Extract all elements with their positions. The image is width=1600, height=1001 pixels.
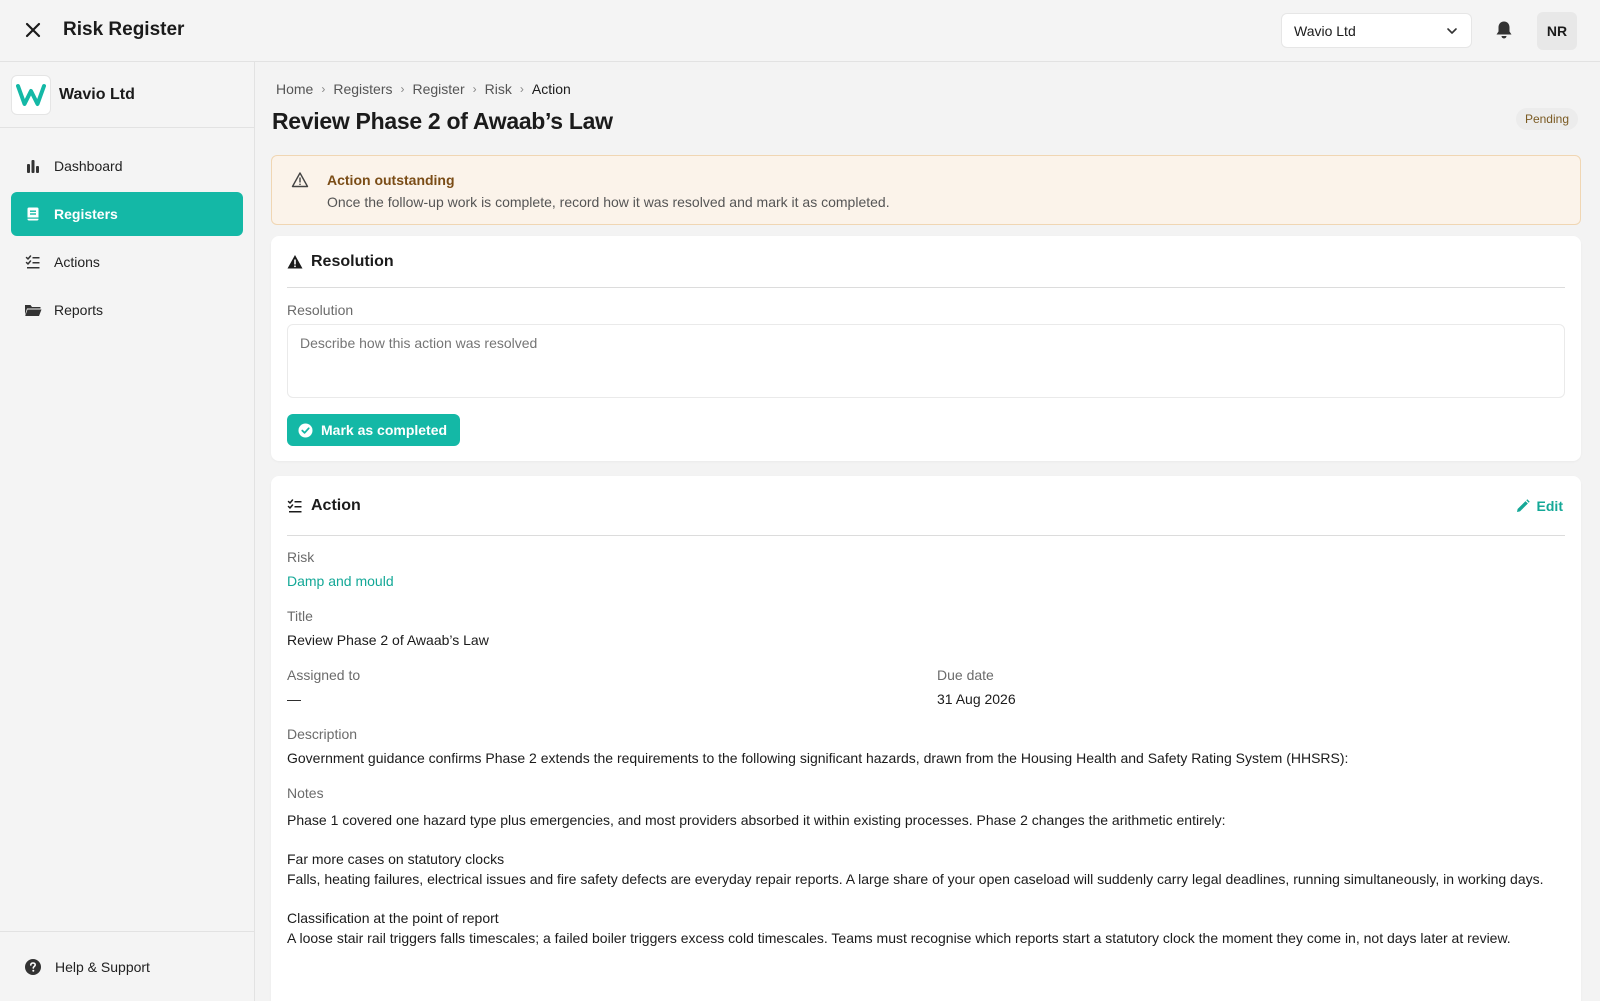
- chevron-right-icon: ›: [472, 82, 477, 96]
- notes-label: Notes: [287, 785, 324, 801]
- edit-action-button[interactable]: Edit: [1515, 498, 1563, 514]
- pencil-icon: [1515, 498, 1530, 514]
- app-title: Risk Register: [63, 19, 185, 40]
- org-header[interactable]: Wavio Ltd: [0, 62, 254, 128]
- org-select-value: Wavio Ltd: [1294, 22, 1356, 39]
- warning-filled-icon: [287, 254, 303, 270]
- mark-as-completed-label: Mark as completed: [321, 422, 448, 438]
- wavio-logo-icon: [16, 83, 46, 106]
- due-date-label: Due date: [937, 667, 994, 683]
- check-circle-icon: [298, 423, 313, 438]
- list-check-icon: [287, 498, 303, 514]
- sidebar-item-label: Actions: [54, 254, 100, 270]
- action-card: Action Edit Risk Damp and mould Title Re…: [271, 476, 1581, 1001]
- page-title: Review Phase 2 of Awaab’s Law: [272, 108, 613, 134]
- bar-chart-icon: [24, 157, 42, 175]
- status-badge: Pending: [1515, 108, 1578, 130]
- help-support-link[interactable]: Help & Support: [0, 931, 254, 1001]
- resolution-card: Resolution Resolution Mark as completed: [271, 236, 1581, 461]
- sidebar-item-actions[interactable]: Actions: [11, 240, 243, 284]
- resolution-field-label: Resolution: [287, 302, 354, 318]
- main-content: Home › Registers › Register › Risk › Act…: [255, 62, 1600, 1001]
- chevron-right-icon: ›: [519, 82, 524, 96]
- mark-as-completed-button[interactable]: Mark as completed: [287, 414, 461, 446]
- sidebar-item-reports[interactable]: Reports: [11, 288, 243, 332]
- edit-label: Edit: [1536, 498, 1563, 514]
- sidebar-nav: Dashboard Registers Actions Reports: [11, 144, 243, 336]
- sidebar-item-label: Dashboard: [54, 158, 123, 174]
- close-button[interactable]: [20, 17, 46, 43]
- notes-value: Phase 1 covered one hazard type plus eme…: [287, 810, 1565, 967]
- breadcrumb-registers[interactable]: Registers: [333, 81, 392, 97]
- sidebar-item-label: Reports: [54, 302, 104, 318]
- resolution-textarea[interactable]: [287, 324, 1565, 398]
- risk-label: Risk: [287, 549, 315, 565]
- assigned-to-label: Assigned to: [287, 667, 361, 683]
- help-support-label: Help & Support: [55, 958, 150, 975]
- breadcrumb-register[interactable]: Register: [413, 81, 465, 97]
- list-check-icon: [24, 253, 42, 271]
- notes-paragraph-1: Falls, heating failures, electrical issu…: [287, 871, 1544, 887]
- due-date-value: 31 Aug 2026: [937, 691, 1016, 707]
- chevron-right-icon: ›: [321, 82, 326, 96]
- help-circle-icon: [24, 958, 42, 976]
- notes-heading-2: Classification at the point of report: [287, 910, 499, 926]
- breadcrumb-home[interactable]: Home: [276, 81, 313, 97]
- alert-title: Action outstanding: [327, 172, 455, 188]
- notifications-button[interactable]: [1492, 18, 1516, 42]
- book-icon: [24, 205, 42, 223]
- action-outstanding-alert: Action outstanding Once the follow-up wo…: [271, 155, 1581, 225]
- title-value: Review Phase 2 of Awaab’s Law: [287, 632, 489, 648]
- description-value: Government guidance confirms Phase 2 ext…: [287, 750, 1349, 766]
- risk-link[interactable]: Damp and mould: [287, 573, 394, 589]
- action-card-header: Action: [287, 476, 1565, 536]
- user-avatar[interactable]: NR: [1537, 12, 1577, 50]
- warning-triangle-icon: [291, 171, 309, 189]
- notes-intro: Phase 1 covered one hazard type plus eme…: [287, 812, 1226, 828]
- sidebar-item-label: Registers: [54, 206, 118, 222]
- org-logo: [11, 74, 51, 115]
- breadcrumb-risk[interactable]: Risk: [485, 81, 512, 97]
- top-bar: Risk Register Wavio Ltd NR: [0, 0, 1600, 62]
- resolution-card-title: Resolution: [311, 252, 394, 270]
- breadcrumb: Home › Registers › Register › Risk › Act…: [276, 81, 571, 97]
- resolution-card-header: Resolution: [287, 236, 1565, 288]
- notes-heading-1: Far more cases on statutory clocks: [287, 851, 505, 867]
- bell-icon: [1496, 21, 1512, 39]
- sidebar-item-registers[interactable]: Registers: [11, 192, 243, 236]
- breadcrumb-current: Action: [531, 81, 571, 97]
- org-select[interactable]: Wavio Ltd: [1281, 13, 1472, 48]
- folder-open-icon: [24, 301, 42, 319]
- assigned-to-value: —: [287, 691, 301, 707]
- org-name: Wavio Ltd: [59, 85, 135, 103]
- description-label: Description: [287, 726, 358, 742]
- sidebar: Wavio Ltd Dashboard Registers Actions Re…: [0, 62, 255, 1001]
- chevron-right-icon: ›: [400, 82, 405, 96]
- action-card-title: Action: [311, 496, 361, 514]
- chevron-down-icon: [1447, 27, 1457, 34]
- sidebar-item-dashboard[interactable]: Dashboard: [11, 144, 243, 188]
- alert-body: Once the follow-up work is complete, rec…: [327, 194, 890, 210]
- close-icon: [25, 22, 41, 38]
- notes-paragraph-2: A loose stair rail triggers falls timesc…: [287, 930, 1511, 946]
- title-label: Title: [287, 608, 313, 624]
